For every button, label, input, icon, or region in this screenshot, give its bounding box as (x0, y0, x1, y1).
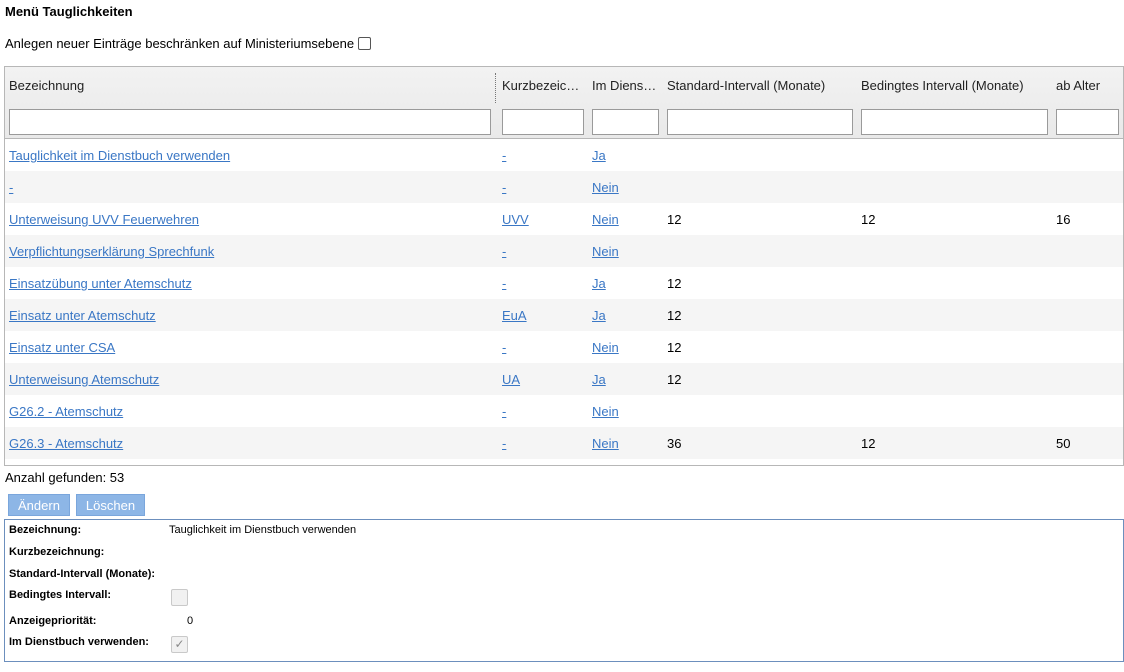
detail-bezeichnung-label: Bezeichnung: (9, 524, 82, 536)
header-label: Standard-Intervall (Monate) (667, 78, 826, 93)
detail-bed-label: Bedingtes Intervall: (9, 589, 112, 601)
filter-im-dienstbuch[interactable] (592, 109, 659, 135)
detail-kurz-label: Kurzbezeichnung: (9, 546, 105, 558)
header-standard-intervall[interactable]: Standard-Intervall (Monate) (663, 67, 857, 139)
detail-bezeichnung-value: Tauglichkeit im Dienstbuch verwenden (169, 524, 357, 536)
restrict-label: Anlegen neuer Einträge beschränken auf M… (5, 36, 355, 51)
table-row[interactable]: G26.2 - Atemschutz - Nein (5, 395, 1123, 427)
cell-kurzbezeichnung[interactable]: - (502, 340, 506, 355)
cell-kurzbezeichnung[interactable]: - (502, 180, 506, 195)
cell-bezeichnung[interactable]: Einsatz unter CSA (9, 340, 115, 355)
detail-bezeichnung-row: Bezeichnung: (9, 524, 81, 536)
cell-im-dienstbuch[interactable]: Nein (592, 212, 619, 227)
cell-kurzbezeichnung[interactable]: - (502, 148, 506, 163)
cell-kurzbezeichnung[interactable]: - (502, 276, 506, 291)
detail-dienst-row: Im Dienstbuch verwenden: (9, 636, 149, 648)
header-label: Bedingtes Intervall (Monate) (861, 78, 1024, 93)
header-bezeichnung[interactable]: Bezeichnung (5, 67, 495, 139)
cell-im-dienstbuch[interactable]: Ja (592, 372, 606, 387)
detail-kurz-row: Kurzbezeichnung: (9, 546, 104, 558)
filter-standard-intervall[interactable] (667, 109, 853, 135)
cell-bezeichnung[interactable]: Unterweisung Atemschutz (9, 372, 159, 387)
header-im-dienstbuch[interactable]: Im Dienst… (588, 67, 663, 139)
check-icon: ✓ (174, 637, 185, 651)
cell-standard-intervall: 12 (667, 276, 682, 291)
bedingtes-intervall-checkbox[interactable] (171, 589, 188, 606)
result-count: Anzahl gefunden: 53 (5, 470, 125, 485)
cell-standard-intervall: 12 (667, 212, 682, 227)
detail-bed-row: Bedingtes Intervall: (9, 589, 111, 601)
cell-ab-alter: 16 (1056, 212, 1071, 227)
table-row[interactable]: Verpflichtungserklärung Sprechfunk - Nein (5, 235, 1123, 267)
header-bedingtes-intervall[interactable]: Bedingtes Intervall (Monate) (857, 67, 1052, 139)
dienstbuch-checkbox[interactable]: ✓ (171, 636, 188, 653)
cell-im-dienstbuch[interactable]: Nein (592, 340, 619, 355)
cell-kurzbezeichnung[interactable]: - (502, 436, 506, 451)
cell-bedingtes-intervall: 12 (861, 436, 876, 451)
cell-bedingtes-intervall: 12 (861, 212, 876, 227)
cell-kurzbezeichnung[interactable]: - (502, 404, 506, 419)
detail-prio-value: 0 (187, 615, 194, 627)
restrict-checkbox[interactable] (358, 37, 372, 50)
table-row[interactable]: Einsatzübung unter Atemschutz - Ja 12 (5, 267, 1123, 299)
delete-button[interactable]: Löschen (75, 494, 146, 516)
tauglichkeiten-grid: Bezeichnung Kurzbezeic… Im Dienst… Stand… (4, 66, 1124, 466)
action-buttons: Ändern Löschen (8, 494, 146, 516)
header-label: ab Alter (1056, 78, 1101, 93)
cell-im-dienstbuch[interactable]: Nein (592, 404, 619, 419)
cell-bezeichnung[interactable]: G26.2 - Atemschutz (9, 404, 123, 419)
cell-kurzbezeichnung[interactable]: - (502, 244, 506, 259)
cell-ab-alter: 50 (1056, 436, 1071, 451)
header-label: Kurzbezeic… (502, 78, 580, 93)
grid-body: Tauglichkeit im Dienstbuch verwenden - Ja -… (5, 139, 1123, 459)
cell-standard-intervall: 12 (667, 372, 682, 387)
table-row[interactable]: Unterweisung Atemschutz UA Ja 12 (5, 363, 1123, 395)
detail-panel: Bezeichnung: Tauglichkeit im Dienstbuch … (4, 519, 1124, 662)
detail-std-label: Standard-Intervall (Monate): (9, 568, 156, 580)
cell-bezeichnung[interactable]: Einsatz unter Atemschutz (9, 308, 156, 323)
table-row[interactable]: Einsatz unter CSA - Nein 12 (5, 331, 1123, 363)
table-row[interactable]: - - Nein (5, 171, 1123, 203)
table-row[interactable]: Unterweisung UVV Feuerwehren UVV Nein 12 12 1… (5, 203, 1123, 235)
cell-bezeichnung[interactable]: Verpflichtungserklärung Sprechfunk (9, 244, 214, 259)
header-label: Im Dienst… (592, 78, 659, 93)
grid-header: Bezeichnung Kurzbezeic… Im Dienst… Stand… (5, 67, 1123, 139)
cell-kurzbezeichnung[interactable]: UVV (502, 212, 529, 227)
detail-std-row: Standard-Intervall (Monate): (9, 568, 155, 580)
cell-im-dienstbuch[interactable]: Ja (592, 308, 606, 323)
cell-kurzbezeichnung[interactable]: UA (502, 372, 520, 387)
restrict-row: Anlegen neuer Einträge beschränken auf M… (5, 36, 372, 51)
cell-im-dienstbuch[interactable]: Ja (592, 148, 606, 163)
table-row[interactable]: Tauglichkeit im Dienstbuch verwenden - Ja (5, 139, 1123, 171)
cell-bezeichnung[interactable]: Tauglichkeit im Dienstbuch verwenden (9, 148, 230, 163)
page-title: Menü Tauglichkeiten (5, 4, 133, 19)
cell-im-dienstbuch[interactable]: Nein (592, 244, 619, 259)
cell-bezeichnung[interactable]: Einsatzübung unter Atemschutz (9, 276, 192, 291)
header-label: Bezeichnung (9, 78, 85, 93)
cell-standard-intervall: 12 (667, 340, 682, 355)
filter-ab-alter[interactable] (1056, 109, 1119, 135)
filter-kurzbezeichnung[interactable] (502, 109, 584, 135)
cell-kurzbezeichnung[interactable]: EuA (502, 308, 527, 323)
filter-bezeichnung[interactable] (9, 109, 491, 135)
cell-standard-intervall: 12 (667, 308, 682, 323)
cell-im-dienstbuch[interactable]: Nein (592, 180, 619, 195)
table-row[interactable]: G26.3 - Atemschutz - Nein 36 12 50 (5, 427, 1123, 459)
cell-im-dienstbuch[interactable]: Nein (592, 436, 619, 451)
edit-button[interactable]: Ändern (8, 494, 70, 516)
header-ab-alter[interactable]: ab Alter (1052, 67, 1123, 139)
filter-bedingtes-intervall[interactable] (861, 109, 1048, 135)
table-row[interactable]: Einsatz unter Atemschutz EuA Ja 12 (5, 299, 1123, 331)
cell-im-dienstbuch[interactable]: Ja (592, 276, 606, 291)
detail-prio-row: Anzeigepriorität: (9, 615, 96, 627)
cell-bezeichnung[interactable]: - (9, 180, 13, 195)
detail-prio-label: Anzeigepriorität: (9, 615, 97, 627)
cell-bezeichnung[interactable]: G26.3 - Atemschutz (9, 436, 123, 451)
cell-bezeichnung[interactable]: Unterweisung UVV Feuerwehren (9, 212, 199, 227)
detail-dienst-label: Im Dienstbuch verwenden: (9, 636, 149, 648)
cell-standard-intervall: 36 (667, 436, 682, 451)
header-kurzbezeichnung[interactable]: Kurzbezeic… (498, 67, 588, 139)
column-resize-handle[interactable] (495, 73, 497, 103)
